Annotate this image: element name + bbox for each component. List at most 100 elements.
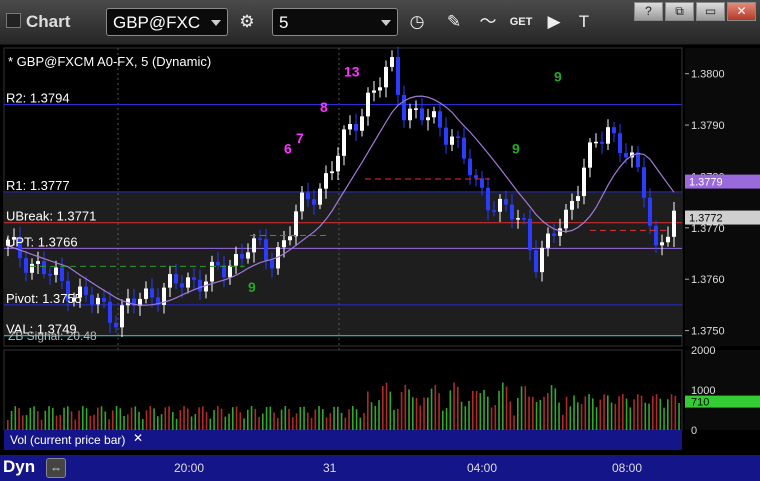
volume-bar[interactable]: [179, 410, 182, 430]
volume-bar[interactable]: [25, 415, 28, 430]
volume-bar[interactable]: [250, 406, 253, 430]
price-bar[interactable]: [114, 322, 118, 328]
volume-bar[interactable]: [547, 393, 549, 430]
price-bar[interactable]: [168, 274, 172, 288]
volume-bar[interactable]: [119, 408, 122, 430]
volume-bar[interactable]: [674, 395, 677, 430]
volume-bar[interactable]: [33, 406, 35, 430]
volume-bar[interactable]: [14, 406, 17, 430]
volume-bar[interactable]: [100, 406, 103, 430]
volume-bar[interactable]: [63, 407, 65, 430]
price-bar[interactable]: [150, 288, 154, 298]
price-bar[interactable]: [390, 57, 394, 67]
clock-icon[interactable]: ◷: [403, 8, 431, 36]
volume-bar[interactable]: [340, 412, 343, 430]
volume-bar[interactable]: [430, 388, 433, 430]
volume-bar[interactable]: [93, 414, 95, 430]
price-bar[interactable]: [30, 263, 34, 273]
price-bar[interactable]: [660, 242, 664, 246]
text-icon[interactable]: T: [570, 8, 598, 36]
price-bar[interactable]: [414, 108, 418, 110]
volume-bar[interactable]: [265, 407, 268, 430]
volume-bar[interactable]: [442, 410, 444, 430]
volume-bar[interactable]: [550, 385, 553, 430]
price-bar[interactable]: [480, 178, 484, 188]
volume-bar[interactable]: [40, 419, 43, 430]
volume-bar[interactable]: [483, 389, 485, 430]
price-bar[interactable]: [450, 136, 454, 145]
volume-bar[interactable]: [44, 410, 47, 430]
price-bar[interactable]: [420, 108, 424, 121]
price-bar[interactable]: [438, 111, 442, 128]
volume-bar[interactable]: [678, 403, 680, 430]
volume-bar[interactable]: [329, 413, 332, 430]
price-bar[interactable]: [594, 141, 598, 144]
chevron-down-icon[interactable]: [381, 20, 391, 26]
price-bar[interactable]: [330, 171, 334, 174]
volume-bar[interactable]: [333, 406, 335, 430]
price-bar[interactable]: [510, 204, 514, 220]
price-bar[interactable]: [570, 200, 574, 210]
price-bar[interactable]: [504, 198, 508, 205]
volume-bar[interactable]: [468, 400, 470, 430]
volume-bar[interactable]: [592, 398, 594, 430]
play-icon[interactable]: ▶: [540, 8, 568, 36]
volume-bar[interactable]: [520, 386, 523, 430]
chart-canvas[interactable]: 876 13 9 9 9 * GBP@FXCM A0-FX, 5 (Dynamic) R2:…: [0, 44, 760, 455]
price-bar[interactable]: [210, 261, 214, 282]
volume-bar[interactable]: [235, 406, 238, 430]
volume-bar[interactable]: [145, 410, 148, 430]
price-bar[interactable]: [258, 238, 262, 240]
price-bar[interactable]: [486, 187, 490, 211]
volume-bar[interactable]: [415, 397, 418, 430]
volume-bar[interactable]: [78, 410, 80, 430]
price-bar[interactable]: [102, 297, 106, 302]
volume-bar[interactable]: [393, 409, 395, 430]
price-bar[interactable]: [354, 123, 358, 131]
volume-bar[interactable]: [644, 402, 647, 430]
volume-bar[interactable]: [554, 388, 557, 430]
volume-bar[interactable]: [130, 407, 133, 430]
price-bar[interactable]: [462, 137, 466, 159]
volume-bar[interactable]: [539, 399, 542, 430]
volume-bar[interactable]: [85, 408, 88, 430]
volume-bar[interactable]: [528, 396, 530, 430]
volume-bar[interactable]: [573, 395, 575, 430]
symbol-combo[interactable]: GBP@FXC: [106, 8, 228, 36]
volume-bar[interactable]: [258, 416, 260, 430]
volume-bar[interactable]: [618, 396, 620, 430]
volume-bar[interactable]: [640, 395, 643, 430]
volume-bar[interactable]: [404, 384, 407, 430]
price-bar[interactable]: [528, 218, 532, 251]
price-bar[interactable]: [318, 188, 322, 205]
price-bar[interactable]: [264, 239, 268, 261]
volume-bar[interactable]: [423, 397, 425, 430]
maximize-button[interactable]: ▭: [696, 2, 725, 21]
price-bar[interactable]: [84, 286, 88, 296]
price-bar[interactable]: [624, 153, 628, 158]
volume-bar[interactable]: [622, 394, 624, 430]
volume-bar[interactable]: [558, 402, 560, 430]
volume-bar[interactable]: [220, 408, 223, 430]
volume-bar[interactable]: [138, 411, 140, 430]
volume-bar[interactable]: [295, 413, 298, 430]
volume-bar[interactable]: [374, 405, 377, 430]
volume-bar[interactable]: [509, 401, 512, 430]
price-bar[interactable]: [366, 92, 370, 117]
volume-bar[interactable]: [490, 407, 493, 430]
volume-bar[interactable]: [243, 418, 245, 430]
volume-bar[interactable]: [104, 411, 107, 430]
volume-bar[interactable]: [7, 420, 9, 430]
volume-bar[interactable]: [535, 402, 538, 430]
volume-bar[interactable]: [659, 398, 662, 430]
price-bar[interactable]: [174, 274, 178, 284]
volume-bar[interactable]: [513, 415, 515, 430]
volume-bar[interactable]: [209, 418, 212, 430]
get-icon[interactable]: GET: [507, 8, 535, 36]
price-bar[interactable]: [402, 94, 406, 121]
price-bar[interactable]: [42, 261, 46, 275]
volume-bar[interactable]: [183, 406, 185, 430]
price-bar[interactable]: [24, 258, 28, 273]
price-bar[interactable]: [534, 250, 538, 273]
volume-bar[interactable]: [584, 396, 587, 430]
